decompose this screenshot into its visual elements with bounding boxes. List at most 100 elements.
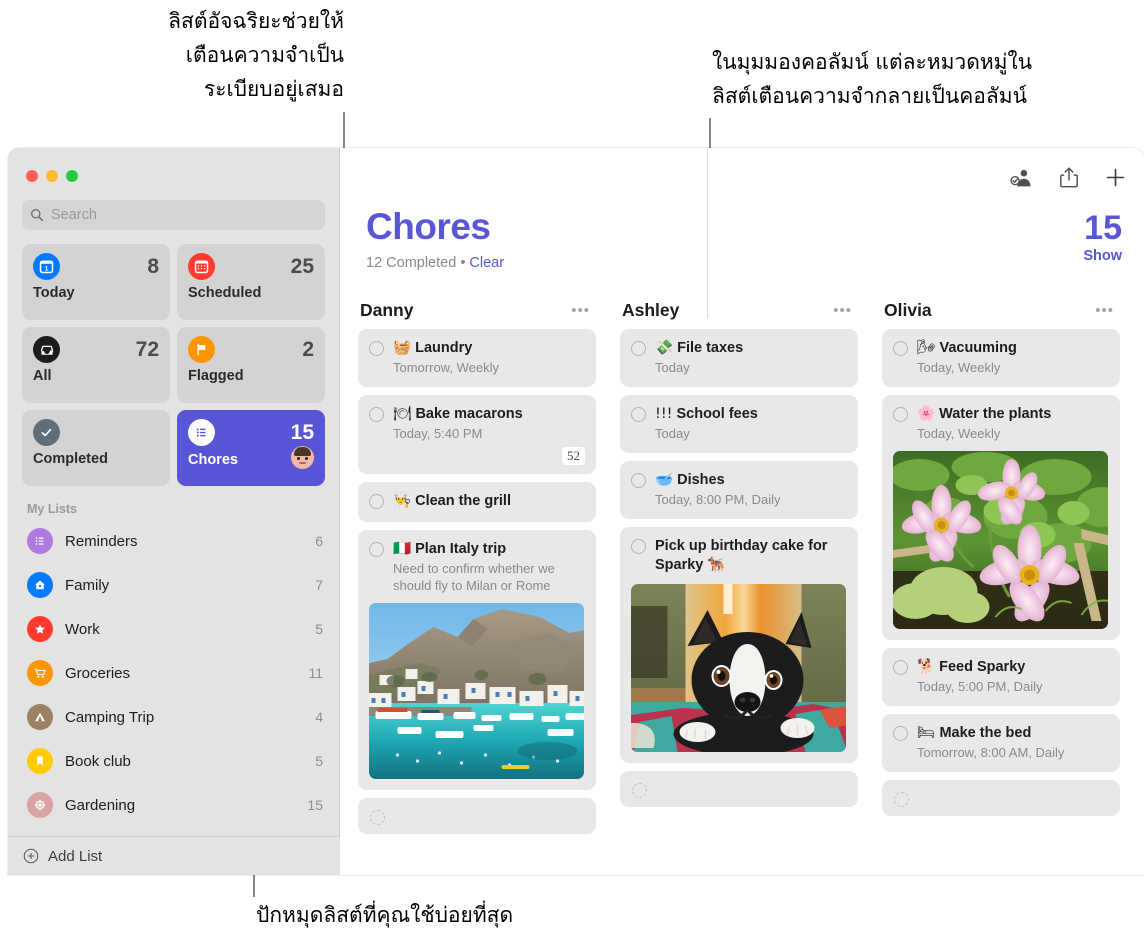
- smart-list-all[interactable]: 72 All: [22, 327, 170, 403]
- sidebar-item-reminders[interactable]: Reminders 6: [8, 519, 339, 563]
- page-title: Chores: [366, 206, 491, 247]
- new-task-row[interactable]: [882, 780, 1120, 816]
- task-title-text: File taxes: [677, 340, 744, 356]
- reminders-window: 1 8 Today: [8, 148, 1144, 875]
- task-complete-circle[interactable]: [369, 341, 384, 356]
- person-badge-icon[interactable]: [1008, 167, 1033, 189]
- close-button[interactable]: [26, 170, 38, 182]
- smart-list-flagged[interactable]: 2 Flagged: [177, 327, 325, 403]
- sidebar-item-label: Book club: [65, 752, 131, 770]
- task-complete-circle[interactable]: [893, 660, 908, 675]
- sidebar-item-count: 15: [307, 797, 323, 813]
- italy-flag-icon: 🇮🇹: [393, 541, 412, 557]
- maximize-button[interactable]: [66, 170, 78, 182]
- task-title-text: Clean the grill: [415, 493, 511, 509]
- search-icon: [31, 209, 44, 222]
- task-complete-circle[interactable]: [632, 783, 647, 798]
- task-complete-circle[interactable]: [893, 407, 908, 422]
- show-completed-button[interactable]: Show: [1083, 248, 1122, 264]
- search-field[interactable]: [22, 200, 325, 230]
- task-title: 🇮🇹 Plan Italy trip: [393, 540, 584, 559]
- task-row[interactable]: 🐕 Feed Sparky Today, 5:00 PM, Daily: [882, 648, 1120, 706]
- search-input[interactable]: [51, 207, 317, 223]
- sidebar-item-groceries[interactable]: Groceries 11: [8, 651, 339, 695]
- smart-list-scheduled[interactable]: 25 Scheduled: [177, 244, 325, 320]
- task-title-text: Dishes: [677, 472, 725, 488]
- smart-list-chores[interactable]: 15 Chores: [177, 410, 325, 486]
- task-due: Today, Weekly: [917, 426, 1001, 441]
- smart-list-count: 8: [147, 255, 159, 278]
- task-complete-circle[interactable]: [893, 341, 908, 356]
- smart-list-label: Completed: [33, 451, 108, 467]
- task-due: Today, Weekly: [917, 360, 1001, 375]
- task-complete-circle[interactable]: [894, 792, 909, 807]
- italy-harbor-photo: [369, 603, 584, 779]
- sidebar-item-book-club[interactable]: Book club 5: [8, 739, 339, 783]
- wind-icon: 🌬: [917, 340, 936, 356]
- task-complete-circle[interactable]: [631, 341, 646, 356]
- column-header: Ashley •••: [620, 300, 858, 329]
- sidebar-item-camping-trip[interactable]: Camping Trip 4: [8, 695, 339, 739]
- task-complete-circle[interactable]: [369, 494, 384, 509]
- task-complete-circle[interactable]: [369, 542, 384, 557]
- task-complete-circle[interactable]: [631, 539, 646, 554]
- task-complete-circle[interactable]: [893, 726, 908, 741]
- plate-cutlery-icon: 🍽: [393, 406, 412, 422]
- task-complete-circle[interactable]: [369, 407, 384, 422]
- money-flying-icon: 💸: [655, 340, 674, 356]
- sidebar-item-count: 5: [315, 753, 323, 769]
- share-arrow-up-icon[interactable]: [1059, 166, 1079, 189]
- task-title: 💸 File taxes: [655, 339, 846, 358]
- smart-list-today[interactable]: 1 8 Today: [22, 244, 170, 320]
- smart-list-completed[interactable]: Completed: [22, 410, 170, 486]
- task-title-text: Water the plants: [939, 406, 1052, 422]
- new-task-row[interactable]: [620, 771, 858, 807]
- task-complete-circle[interactable]: [631, 407, 646, 422]
- smart-list-label: Flagged: [188, 368, 244, 384]
- clear-button[interactable]: Clear: [469, 255, 504, 271]
- task-row[interactable]: 🌬 Vacuuming Today, Weekly: [882, 329, 1120, 387]
- task-row[interactable]: 🥣 Dishes Today, 8:00 PM, Daily: [620, 461, 858, 519]
- bullet-list-icon: [27, 528, 53, 554]
- task-title-text: Make the bed: [939, 725, 1032, 741]
- smart-lists-grid: 1 8 Today 25 Scheduled 72 All 2 Flagged …: [8, 230, 339, 486]
- bullet-list-icon: [188, 419, 215, 446]
- sidebar-item-label: Camping Trip: [65, 708, 155, 726]
- column-danny: Danny ••• 🧺 Laundry Tomorrow, Weekly 🍽 B…: [358, 300, 620, 875]
- task-due: Tomorrow, 8:00 AM, Daily: [917, 745, 1065, 760]
- shopping-cart-icon: [27, 660, 53, 686]
- task-row[interactable]: 🧺 Laundry Tomorrow, Weekly: [358, 329, 596, 387]
- sidebar-item-gardening[interactable]: Gardening 15: [8, 783, 339, 827]
- task-due: Today, 5:40 PM: [393, 426, 483, 441]
- task-title-text: Laundry: [415, 340, 473, 356]
- task-row[interactable]: 🌸 Water the plants Today, Weekly: [882, 395, 1120, 640]
- column-olivia: Olivia ••• 🌬 Vacuuming Today, Weekly 🌸 W…: [882, 300, 1144, 875]
- task-note: Need to confirm whether we should fly to…: [393, 561, 555, 593]
- task-row[interactable]: 🇮🇹 Plan Italy trip Need to confirm wheth…: [358, 530, 596, 790]
- task-row[interactable]: 🍽 Bake macarons Today, 5:40 PM 52: [358, 395, 596, 474]
- service-dog-icon: 🐕‍🦺: [707, 557, 726, 573]
- task-row[interactable]: 🛏 Make the bed Tomorrow, 8:00 AM, Daily: [882, 714, 1120, 772]
- avatar: [291, 446, 314, 469]
- task-row[interactable]: 👨‍🍳 Clean the grill: [358, 482, 596, 522]
- main-content: Chores 12 Completed • Clear 15 Show Dann…: [340, 148, 1144, 875]
- column-menu-button[interactable]: •••: [1095, 303, 1114, 318]
- sidebar-item-work[interactable]: Work 5: [8, 607, 339, 651]
- plus-icon[interactable]: [1105, 167, 1126, 188]
- task-complete-circle[interactable]: [370, 810, 385, 825]
- task-row[interactable]: Pick up birthday cake for Sparky 🐕‍🦺: [620, 527, 858, 763]
- task-complete-circle[interactable]: [631, 473, 646, 488]
- minimize-button[interactable]: [46, 170, 58, 182]
- task-row[interactable]: !!! School fees Today: [620, 395, 858, 453]
- sidebar-item-count: 4: [315, 709, 323, 725]
- column-menu-button[interactable]: •••: [571, 303, 590, 318]
- column-title: Ashley: [622, 300, 680, 320]
- add-list-button[interactable]: Add List: [8, 836, 340, 875]
- task-row[interactable]: 💸 File taxes Today: [620, 329, 858, 387]
- sidebar-item-family[interactable]: Family 7: [8, 563, 339, 607]
- annotation-pin-lists: ปักหมุดลิสต์ที่คุณใช้บ่อยที่สุด: [256, 903, 514, 927]
- column-menu-button[interactable]: •••: [833, 303, 852, 318]
- basket-icon: 🧺: [393, 340, 412, 356]
- task-title-text: Bake macarons: [415, 406, 523, 422]
- new-task-row[interactable]: [358, 798, 596, 834]
